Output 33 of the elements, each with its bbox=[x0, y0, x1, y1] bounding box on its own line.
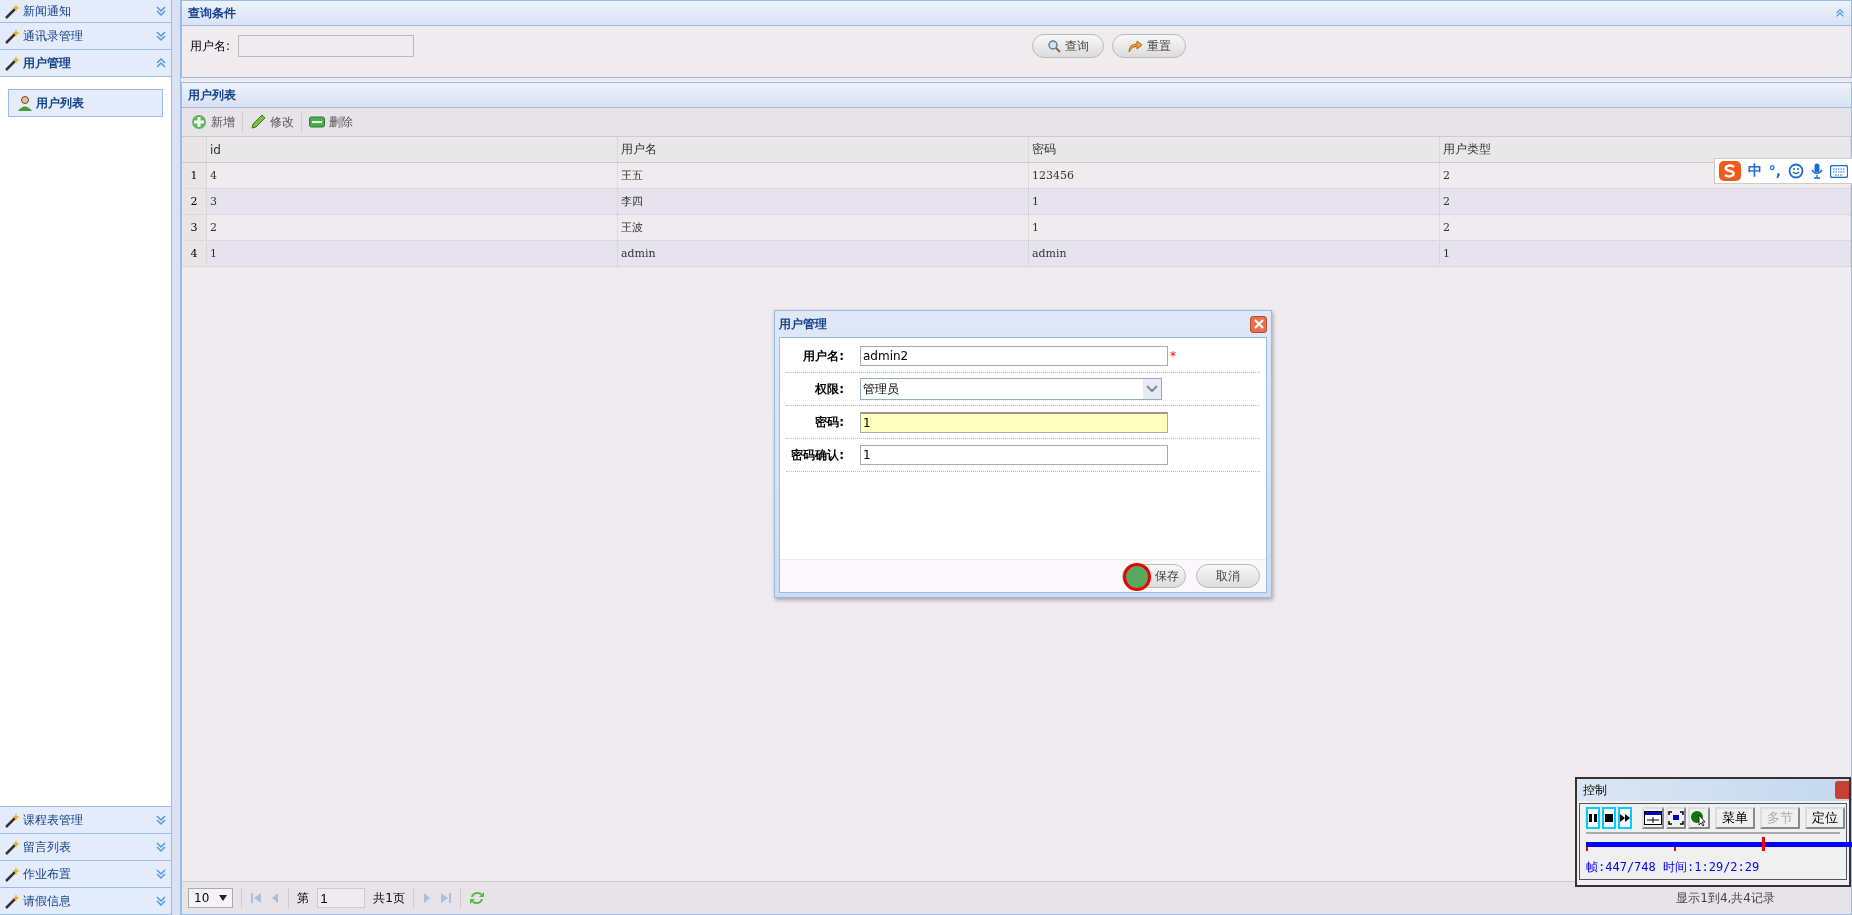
table-cell: 2 bbox=[1440, 189, 1851, 214]
panel-title: 查询条件 bbox=[188, 4, 236, 22]
table-cell: 1 bbox=[1029, 215, 1440, 240]
playback-status: 帧:447/748 时间:1:29/2:29 bbox=[1586, 859, 1761, 876]
field-label: 用户名: bbox=[802, 347, 844, 365]
table-cell: 1 bbox=[1440, 241, 1851, 266]
table-cell: 4 bbox=[207, 163, 618, 188]
field-label: 密码确认: bbox=[790, 446, 844, 464]
page-label: 第 bbox=[297, 889, 310, 907]
panel-title: 用户列表 bbox=[188, 86, 236, 104]
table-cell: 3 bbox=[207, 189, 618, 214]
dialog-title: 用户管理 bbox=[779, 315, 827, 333]
window-title: 控制 bbox=[1583, 781, 1607, 799]
table-cell: 123456 bbox=[1029, 163, 1440, 188]
table-cell: 1 bbox=[207, 241, 618, 266]
field-label: 密码: bbox=[814, 413, 844, 431]
row-number: 1 bbox=[182, 163, 207, 188]
table-cell: admin bbox=[1029, 241, 1440, 266]
table-cell: 1 bbox=[1029, 189, 1440, 214]
table-cell: admin bbox=[618, 241, 1029, 266]
field-label: 权限: bbox=[814, 380, 844, 398]
table-cell: 王五 bbox=[618, 163, 1029, 188]
page-total: 共1页 bbox=[373, 889, 405, 907]
record-summary: 显示1到4,共4记录 bbox=[1676, 889, 1775, 907]
table-cell: 王波 bbox=[618, 215, 1029, 240]
table-cell: 2 bbox=[207, 215, 618, 240]
row-number: 2 bbox=[182, 189, 207, 214]
required-mark: * bbox=[1170, 349, 1176, 363]
table-cell: 李四 bbox=[618, 189, 1029, 214]
table-cell: 2 bbox=[1440, 215, 1851, 240]
row-number: 3 bbox=[182, 215, 207, 240]
field-label: 用户名: bbox=[190, 37, 231, 55]
row-number: 4 bbox=[182, 241, 207, 266]
